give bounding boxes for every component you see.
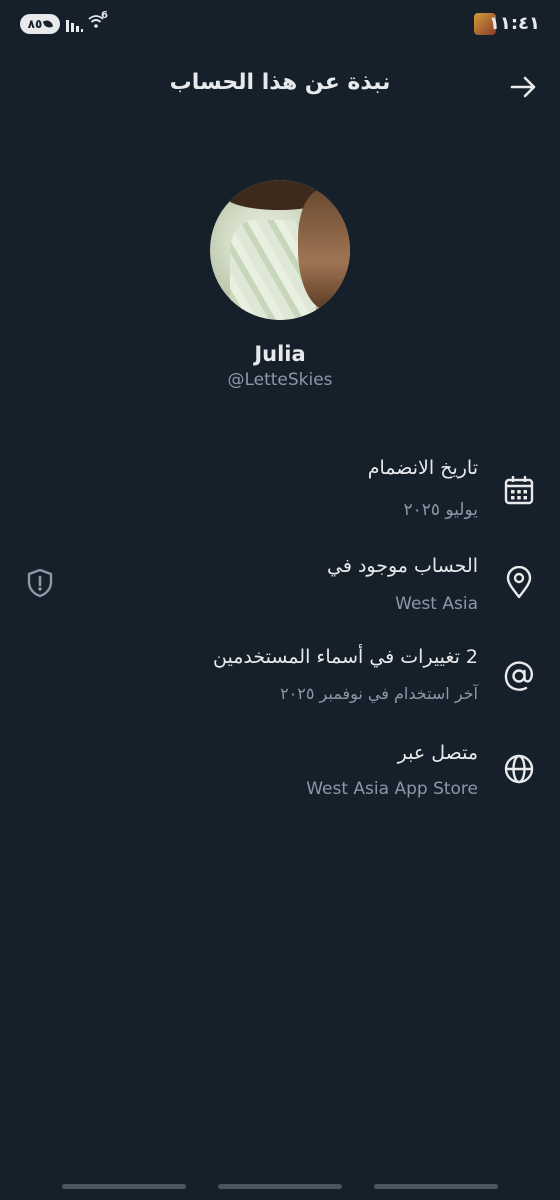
joined-date: يوليو ٢٠٢٥ (403, 500, 478, 520)
battery-indicator: ٨٥ (20, 14, 60, 34)
at-sign-icon (504, 661, 534, 691)
username-changes-title: 2 تغييرات في أسماء المستخدمين (213, 646, 478, 668)
display-name: Julia (254, 342, 306, 366)
avatar[interactable] (210, 180, 350, 320)
username-last-used: آخر استخدام في نوفمبر ٢٠٢٥ (280, 684, 478, 703)
page-title: نبذة عن هذا الحساب (169, 70, 391, 95)
joined-title: تاريخ الانضمام (367, 457, 478, 479)
clock: ١١:٤١ (488, 13, 540, 34)
username-handle: @LetteSkies (227, 370, 333, 390)
connected-via-value: West Asia App Store (306, 779, 478, 799)
network-type-label: 6 (101, 10, 108, 21)
info-row-username-changes: 2 تغييرات في أسماء المستخدمين آخر استخدا… (0, 640, 560, 720)
shield-alert-icon[interactable] (24, 567, 56, 599)
globe-icon (504, 754, 534, 784)
about-account-screen: ٨٥ 6 ١١:٤١ نبذة عن هذا الحساب Julia @Let… (0, 0, 560, 1200)
nav-recents-button[interactable] (62, 1184, 186, 1189)
info-row-connected-via: متصل عبر West Asia App Store (0, 735, 560, 815)
connected-via-title: متصل عبر (397, 742, 478, 764)
location-value: West Asia (395, 594, 478, 614)
status-bar: ٨٥ 6 ١١:٤١ (0, 0, 560, 50)
nav-back-button[interactable] (374, 1184, 498, 1189)
location-title: الحساب موجود في (327, 555, 478, 577)
battery-level: ٨٥ (27, 17, 43, 31)
signal-icon (66, 20, 83, 32)
leaf-icon (43, 18, 54, 30)
arrow-right-icon[interactable] (508, 72, 538, 102)
header: نبذة عن هذا الحساب (0, 62, 560, 110)
location-pin-icon (506, 566, 532, 599)
calendar-icon (504, 476, 534, 505)
info-row-location: الحساب موجود في West Asia (0, 552, 560, 632)
nav-home-button[interactable] (218, 1184, 342, 1189)
info-row-joined: تاريخ الانضمام يوليو ٢٠٢٥ (0, 455, 560, 535)
